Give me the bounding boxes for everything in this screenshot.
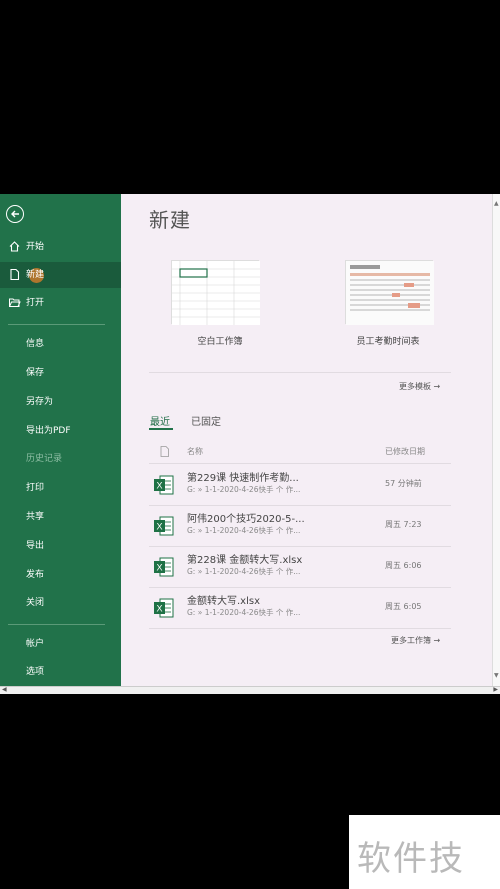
horizontal-scrollbar[interactable]: ◀ ▶ bbox=[0, 686, 500, 694]
backstage-sidebar: 开始 新建 打开 信息 保存 另存为 导出为PDF 历史记录 打印 共享 导出 … bbox=[0, 194, 121, 686]
sidebar-item-label: 导出为PDF bbox=[26, 426, 71, 436]
sidebar-item-label: 选项 bbox=[26, 667, 45, 677]
sidebar-item-new[interactable]: 新建 bbox=[0, 262, 121, 288]
excel-file-icon: X bbox=[154, 557, 174, 577]
sidebar-item-print[interactable]: 打印 bbox=[0, 475, 121, 501]
file-date: 周五 6:06 bbox=[385, 561, 422, 570]
new-workbook-pane: 新建 空白工作簿 员工考勤时间表 更多模板 → 最近 已固定 名称 已修改日期 … bbox=[121, 194, 492, 686]
svg-text:X: X bbox=[156, 563, 162, 573]
sidebar-item-share[interactable]: 共享 bbox=[0, 504, 121, 530]
tab-recent[interactable]: 最近 bbox=[150, 413, 170, 428]
svg-text:X: X bbox=[156, 604, 162, 614]
sidebar-item-label: 新建 bbox=[26, 270, 45, 280]
file-path: G: » 1-1-2020-4-26快手 个 作... bbox=[187, 526, 301, 535]
more-templates-link[interactable]: 更多模板 → bbox=[399, 381, 440, 392]
more-workbooks-label: 更多工作簿 bbox=[391, 636, 431, 645]
recent-file-row[interactable]: X 第229课 快速制作考勤... G: » 1-1-2020-4-26快手 个… bbox=[149, 465, 451, 505]
scroll-right-icon[interactable]: ▶ bbox=[493, 686, 498, 693]
sidebar-item-label: 信息 bbox=[26, 339, 45, 349]
blank-grid-thumbnail bbox=[172, 261, 260, 325]
more-workbooks-link[interactable]: 更多工作簿 → bbox=[391, 635, 440, 646]
scroll-left-icon[interactable]: ◀ bbox=[2, 686, 7, 693]
sidebar-item-publish[interactable]: 发布 bbox=[0, 562, 121, 588]
vertical-scrollbar[interactable]: ▲ ▼ bbox=[492, 194, 500, 686]
recent-file-row[interactable]: X 第228课 金额转大写.xlsx G: » 1-1-2020-4-26快手 … bbox=[149, 547, 451, 587]
tab-pinned[interactable]: 已固定 bbox=[191, 413, 221, 428]
sidebar-item-label: 共享 bbox=[26, 512, 45, 522]
sidebar-item-export[interactable]: 导出 bbox=[0, 533, 121, 559]
svg-text:X: X bbox=[156, 522, 162, 532]
blank-workbook-template[interactable] bbox=[171, 260, 260, 325]
sidebar-item-label: 历史记录 bbox=[26, 454, 63, 464]
file-path: G: » 1-1-2020-4-26快手 个 作... bbox=[187, 567, 301, 576]
attendance-template[interactable] bbox=[345, 260, 434, 325]
sidebar-divider bbox=[8, 324, 105, 325]
sidebar-item-export-pdf[interactable]: 导出为PDF bbox=[0, 418, 121, 444]
sidebar-item-history: 历史记录 bbox=[0, 446, 121, 472]
divider bbox=[149, 372, 451, 373]
sidebar-item-close[interactable]: 关闭 bbox=[0, 590, 121, 616]
file-date: 57 分钟前 bbox=[385, 479, 422, 488]
recent-file-row[interactable]: X 金额转大写.xlsx G: » 1-1-2020-4-26快手 个 作...… bbox=[149, 588, 451, 628]
excel-file-icon: X bbox=[154, 475, 174, 495]
more-templates-label: 更多模板 bbox=[399, 382, 431, 391]
sidebar-divider bbox=[8, 624, 105, 625]
watermark-text: 软件技巧 bbox=[357, 839, 465, 889]
excel-file-icon: X bbox=[154, 516, 174, 536]
file-name: 第228课 金额转大写.xlsx bbox=[187, 555, 303, 566]
back-arrow-icon bbox=[11, 210, 19, 218]
attendance-thumbnail bbox=[346, 261, 434, 325]
divider bbox=[149, 628, 451, 629]
column-header-modified: 已修改日期 bbox=[385, 447, 425, 456]
sidebar-item-save[interactable]: 保存 bbox=[0, 360, 121, 386]
column-header-name: 名称 bbox=[187, 447, 203, 456]
arrow-right-icon: → bbox=[433, 382, 441, 391]
home-icon bbox=[9, 241, 20, 252]
file-name: 阿伟200个技巧2020-5-... bbox=[187, 514, 305, 525]
template-label: 员工考勤时间表 bbox=[356, 337, 420, 347]
excel-backstage: 开始 新建 打开 信息 保存 另存为 导出为PDF 历史记录 打印 共享 导出 … bbox=[0, 194, 500, 694]
scroll-down-icon[interactable]: ▼ bbox=[494, 672, 499, 679]
sidebar-item-info[interactable]: 信息 bbox=[0, 331, 121, 357]
sidebar-item-options[interactable]: 选项 bbox=[0, 659, 121, 685]
sidebar-item-label: 开始 bbox=[26, 242, 45, 252]
sidebar-item-save-as[interactable]: 另存为 bbox=[0, 389, 121, 415]
file-name: 金额转大写.xlsx bbox=[187, 596, 261, 607]
new-file-icon bbox=[10, 268, 20, 281]
watermark-box: 软件技巧 bbox=[349, 815, 500, 889]
arrow-right-icon: → bbox=[433, 636, 441, 645]
file-path: G: » 1-1-2020-4-26快手 个 作... bbox=[187, 485, 301, 494]
page-title: 新建 bbox=[149, 208, 191, 232]
scroll-up-icon[interactable]: ▲ bbox=[494, 200, 499, 207]
divider bbox=[149, 463, 451, 464]
sidebar-item-open[interactable]: 打开 bbox=[0, 290, 121, 316]
back-button[interactable] bbox=[6, 205, 24, 223]
template-label: 空白工作簿 bbox=[197, 337, 243, 347]
recent-file-row[interactable]: X 阿伟200个技巧2020-5-... G: » 1-1-2020-4-26快… bbox=[149, 506, 451, 546]
svg-text:X: X bbox=[156, 481, 162, 491]
file-name: 第229课 快速制作考勤... bbox=[187, 473, 299, 484]
excel-file-icon: X bbox=[154, 598, 174, 618]
sidebar-item-label: 发布 bbox=[26, 570, 45, 580]
sidebar-item-label: 关闭 bbox=[26, 598, 45, 608]
open-folder-icon bbox=[9, 298, 21, 307]
sidebar-item-label: 另存为 bbox=[26, 397, 54, 407]
file-path: G: » 1-1-2020-4-26快手 个 作... bbox=[187, 608, 301, 617]
file-date: 周五 7:23 bbox=[385, 520, 422, 529]
active-tab-indicator bbox=[149, 428, 173, 430]
sidebar-item-account[interactable]: 帐户 bbox=[0, 631, 121, 657]
sidebar-item-label: 导出 bbox=[26, 541, 45, 551]
sidebar-item-label: 保存 bbox=[26, 368, 45, 378]
file-icon bbox=[160, 446, 169, 457]
sidebar-item-label: 打开 bbox=[26, 298, 45, 308]
sidebar-item-label: 帐户 bbox=[26, 639, 45, 649]
sidebar-item-home[interactable]: 开始 bbox=[0, 234, 121, 260]
sidebar-item-label: 打印 bbox=[26, 483, 45, 493]
file-date: 周五 6:05 bbox=[385, 602, 422, 611]
